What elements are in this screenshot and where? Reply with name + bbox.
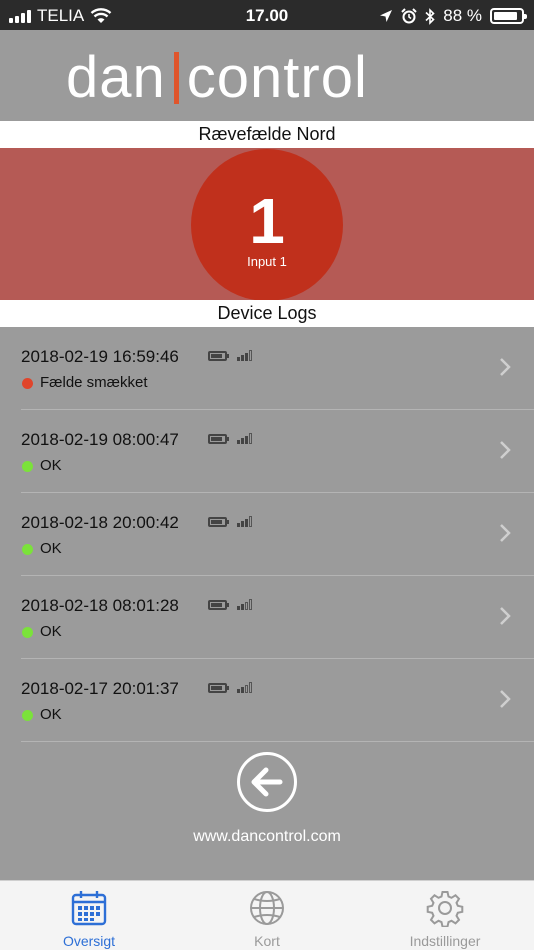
status-bar: TELIA 17.00 88 % bbox=[0, 0, 534, 30]
log-datetime: 2018-02-19 16:59:46 bbox=[21, 347, 179, 366]
battery-percent: 88 % bbox=[443, 6, 482, 25]
tab-kort[interactable]: Kort bbox=[178, 881, 356, 950]
alarm-input-label: Input 1 bbox=[247, 254, 287, 269]
logo-accent-bar bbox=[173, 51, 179, 104]
status-right: 88 % bbox=[379, 6, 527, 26]
battery-icon bbox=[208, 517, 229, 527]
log-datetime: 2018-02-18 08:01:28 bbox=[21, 596, 179, 615]
log-status: OK bbox=[40, 540, 62, 557]
status-dot bbox=[22, 461, 33, 472]
log-status: OK bbox=[40, 623, 62, 640]
globe-icon bbox=[250, 891, 284, 925]
dancontrol-logo: dan control bbox=[66, 44, 368, 111]
tab-label: Indstillinger bbox=[409, 933, 481, 949]
log-datetime: 2018-02-18 20:00:42 bbox=[21, 513, 179, 532]
tab-label: Kort bbox=[254, 933, 280, 949]
battery-icon bbox=[208, 351, 229, 361]
back-button[interactable] bbox=[237, 752, 297, 812]
location-icon bbox=[380, 10, 393, 22]
chevron-right-icon bbox=[500, 607, 511, 625]
alarm-icon bbox=[401, 8, 417, 24]
signal-icon bbox=[237, 681, 252, 693]
calendar-icon bbox=[71, 891, 107, 926]
log-status: Fælde smækket bbox=[40, 374, 148, 391]
alarm-number: 1 bbox=[249, 185, 285, 257]
battery-icon bbox=[208, 434, 229, 444]
battery-icon bbox=[208, 600, 229, 610]
status-dot bbox=[22, 710, 33, 721]
chevron-right-icon bbox=[500, 441, 511, 459]
signal-icon bbox=[237, 598, 252, 610]
log-row[interactable]: 2018-02-17 20:01:37 OK bbox=[21, 659, 534, 742]
chevron-right-icon bbox=[500, 358, 511, 376]
device-log-list: 2018-02-19 16:59:46 Fælde smækket 2018-0… bbox=[21, 327, 534, 742]
log-row[interactable]: 2018-02-19 08:00:47 OK bbox=[21, 410, 534, 493]
log-status: OK bbox=[40, 706, 62, 723]
alarm-band: 1 Input 1 bbox=[0, 148, 534, 301]
website-link[interactable]: www.dancontrol.com bbox=[0, 828, 534, 846]
bluetooth-icon bbox=[425, 7, 435, 25]
battery-icon bbox=[490, 8, 527, 24]
chevron-right-icon bbox=[500, 690, 511, 708]
tab-bar: Oversigt Kort Indstillinger bbox=[0, 880, 534, 950]
log-datetime: 2018-02-19 08:00:47 bbox=[21, 430, 179, 449]
logo-right-text: control bbox=[186, 45, 368, 110]
signal-icon bbox=[237, 349, 252, 361]
arrow-left-icon bbox=[251, 767, 283, 797]
tab-indstillinger[interactable]: Indstillinger bbox=[356, 881, 534, 950]
log-row[interactable]: 2018-02-18 08:01:28 OK bbox=[21, 576, 534, 659]
log-datetime: 2018-02-17 20:01:37 bbox=[21, 679, 179, 698]
app-header: dan control bbox=[0, 30, 534, 122]
log-row[interactable]: 2018-02-18 20:00:42 OK bbox=[21, 493, 534, 576]
signal-icon bbox=[237, 432, 252, 444]
status-dot bbox=[22, 627, 33, 638]
tab-label: Oversigt bbox=[62, 933, 116, 949]
device-logs-heading: Device Logs bbox=[0, 300, 534, 327]
log-status: OK bbox=[40, 457, 62, 474]
tab-oversigt[interactable]: Oversigt bbox=[0, 881, 178, 950]
status-dot bbox=[22, 544, 33, 555]
alarm-indicator[interactable]: 1 Input 1 bbox=[191, 149, 343, 301]
logo-left-text: dan bbox=[66, 45, 166, 110]
device-name: Rævefælde Nord bbox=[0, 121, 534, 148]
gear-icon bbox=[426, 891, 464, 927]
battery-fill bbox=[494, 12, 517, 20]
log-row[interactable]: 2018-02-19 16:59:46 Fælde smækket bbox=[21, 327, 534, 410]
status-dot bbox=[22, 378, 33, 389]
chevron-right-icon bbox=[500, 524, 511, 542]
signal-icon bbox=[237, 515, 252, 527]
battery-icon bbox=[208, 683, 229, 693]
